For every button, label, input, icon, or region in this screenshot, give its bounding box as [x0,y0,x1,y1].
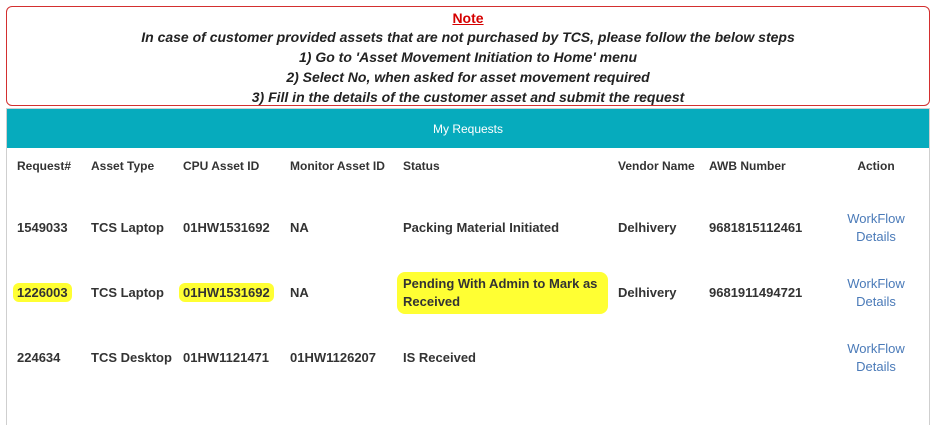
cell-awb: 9681815112461 [709,220,803,235]
highlighted-request: 1226003 [13,283,72,302]
cell-vendor: Delhivery [618,285,677,300]
cell-request: 1226003 [7,260,81,325]
note-line-intro: In case of customer provided assets that… [141,29,795,45]
workflow-details-link-line2[interactable]: Details [823,293,929,311]
cell-vendor: Delhivery [618,220,677,235]
my-requests-panel: My Requests Request# Asset Type CPU Asse… [6,108,930,425]
note-title: Note [452,10,484,26]
cell-action: WorkFlow Details [823,260,929,325]
cell-awb: 9681911494721 [709,285,803,300]
note-line-step-1: 1) Go to 'Asset Movement Initiation to H… [298,49,638,65]
table-row: 1549033 TCS Laptop 01HW1531692 NA Packin… [7,195,929,260]
cell-asset-type: TCS Desktop [91,350,172,365]
header-awb-number: AWB Number [709,159,786,173]
workflow-details-link[interactable]: WorkFlow [823,210,929,228]
highlighted-cpu-asset-id: 01HW1531692 [179,283,274,302]
cell-cpu-asset-id: 01HW1531692 [183,220,270,235]
workflow-details-link[interactable]: WorkFlow [823,275,929,293]
cell-status: IS Received [403,350,476,365]
cell-action: WorkFlow Details [823,325,929,390]
header-vendor-name: Vendor Name [618,159,695,173]
cell-monitor-asset-id: NA [290,285,309,300]
cell-cpu-asset-id: 01HW1531692 [173,260,280,325]
cell-status: Pending With Admin to Mark as Received [393,260,608,325]
header-asset-type: Asset Type [91,159,155,173]
highlighted-status: Pending With Admin to Mark as Received [397,271,608,314]
cell-cpu-asset-id: 01HW1121471 [183,350,270,365]
cell-monitor-asset-id: 01HW1126207 [290,350,377,365]
note-line-step-3: 3) Fill in the details of the customer a… [251,89,685,105]
note-box: Note In case of customer provided assets… [6,6,930,106]
panel-title: My Requests [432,121,504,136]
table-row: 224634 TCS Desktop 01HW1121471 01HW11262… [7,325,929,390]
cell-request: 1549033 [17,220,68,235]
header-status: Status [403,159,440,173]
workflow-details-link-line2[interactable]: Details [823,228,929,246]
cell-status: Packing Material Initiated [403,220,560,235]
cell-asset-type: TCS Laptop [91,285,164,300]
header-cpu-asset-id: CPU Asset ID [183,159,260,173]
header-monitor-asset-id: Monitor Asset ID [290,159,385,173]
workflow-details-link[interactable]: WorkFlow [823,340,929,358]
header-action: Action [857,159,895,173]
workflow-details-link-line2[interactable]: Details [823,358,929,376]
cell-monitor-asset-id: NA [290,220,309,235]
panel-header: My Requests [7,109,929,148]
table-row: 1226003 TCS Laptop 01HW1531692 NA Pendin… [7,260,929,325]
cell-awb [699,325,823,390]
table-header-row: Request# Asset Type CPU Asset ID Monitor… [7,148,929,195]
cell-asset-type: TCS Laptop [91,220,164,235]
note-line-step-2: 2) Select No, when asked for asset movem… [286,69,650,85]
cell-action: WorkFlow Details [823,195,929,260]
requests-table: Request# Asset Type CPU Asset ID Monitor… [7,148,929,390]
cell-request: 224634 [17,350,61,365]
cell-vendor [608,325,699,390]
header-request: Request# [17,159,72,173]
